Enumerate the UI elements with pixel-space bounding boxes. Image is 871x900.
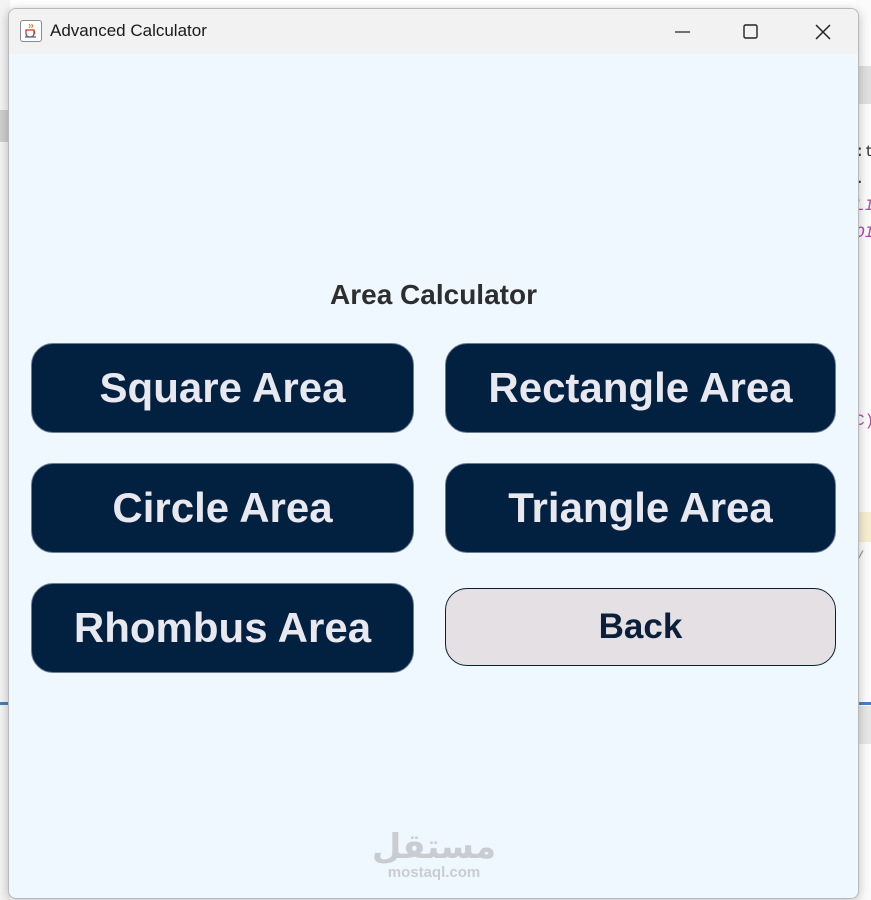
- circle-area-button[interactable]: Circle Area: [31, 463, 414, 553]
- title-bar[interactable]: Advanced Calculator: [9, 9, 858, 54]
- java-cup-icon: [20, 20, 42, 42]
- background-ide-highlight: [858, 512, 871, 542]
- calculator-window: Advanced Calculator Area Calculator Squa…: [8, 8, 859, 899]
- rhombus-area-button[interactable]: Rhombus Area: [31, 583, 414, 673]
- minimize-icon: [675, 31, 690, 33]
- watermark-latin: mostaql.com: [387, 864, 481, 881]
- maximize-icon: [743, 24, 758, 39]
- back-button[interactable]: Back: [445, 588, 836, 666]
- page-title: Area Calculator: [330, 279, 537, 310]
- square-area-button[interactable]: Square Area: [31, 343, 414, 433]
- minimize-button[interactable]: [649, 9, 717, 54]
- window-title: Advanced Calculator: [50, 21, 207, 40]
- watermark-arabic: مستقل: [371, 827, 497, 867]
- triangle-area-button[interactable]: Triangle Area: [445, 463, 836, 553]
- maximize-button[interactable]: [717, 9, 785, 54]
- rectangle-area-button[interactable]: Rectangle Area: [445, 343, 836, 433]
- close-button[interactable]: [789, 9, 857, 54]
- close-icon: [815, 24, 831, 40]
- watermark: مستقل mostaql.com: [359, 829, 509, 881]
